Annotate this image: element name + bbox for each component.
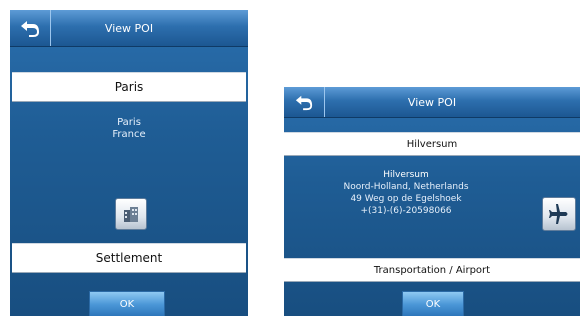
details-line: +(31)-(6)-20598066 bbox=[360, 206, 452, 216]
buildings-glyph bbox=[124, 207, 138, 222]
details-line: France bbox=[112, 129, 146, 140]
title-bar: View POI bbox=[10, 10, 248, 47]
details-line: 49 Weg op de Egelshoek bbox=[350, 194, 462, 204]
ok-button[interactable]: OK bbox=[402, 291, 464, 316]
ok-button[interactable]: OK bbox=[89, 291, 165, 316]
view-poi-screen-paris: View POI Paris Paris France Settlement O… bbox=[10, 10, 248, 316]
poi-name-field: Hilversum bbox=[284, 132, 580, 156]
details-line: Hilversum bbox=[383, 170, 429, 180]
details-line: Noord-Holland, Netherlands bbox=[343, 182, 469, 192]
page-title: View POI bbox=[104, 21, 154, 35]
airplane-icon[interactable] bbox=[542, 197, 576, 231]
poi-name-field: Paris bbox=[12, 72, 246, 102]
category-field: Transportation / Airport bbox=[284, 258, 580, 282]
details-line: Paris bbox=[117, 117, 141, 128]
view-poi-screen-hilversum: View POI Hilversum Hilversum Noord-Holla… bbox=[284, 87, 580, 316]
back-arrow-icon bbox=[295, 95, 313, 111]
airplane-glyph bbox=[549, 204, 568, 224]
page-title: View POI bbox=[407, 95, 457, 109]
poi-details: Hilversum Noord-Holland, Netherlands 49 … bbox=[294, 169, 518, 217]
poi-details: Paris France bbox=[10, 117, 248, 141]
category-field: Settlement bbox=[12, 243, 246, 273]
back-button[interactable] bbox=[284, 87, 325, 117]
buildings-icon[interactable] bbox=[115, 198, 147, 230]
title-bar: View POI bbox=[284, 87, 580, 118]
back-button[interactable] bbox=[10, 10, 51, 46]
back-arrow-icon bbox=[21, 21, 39, 37]
